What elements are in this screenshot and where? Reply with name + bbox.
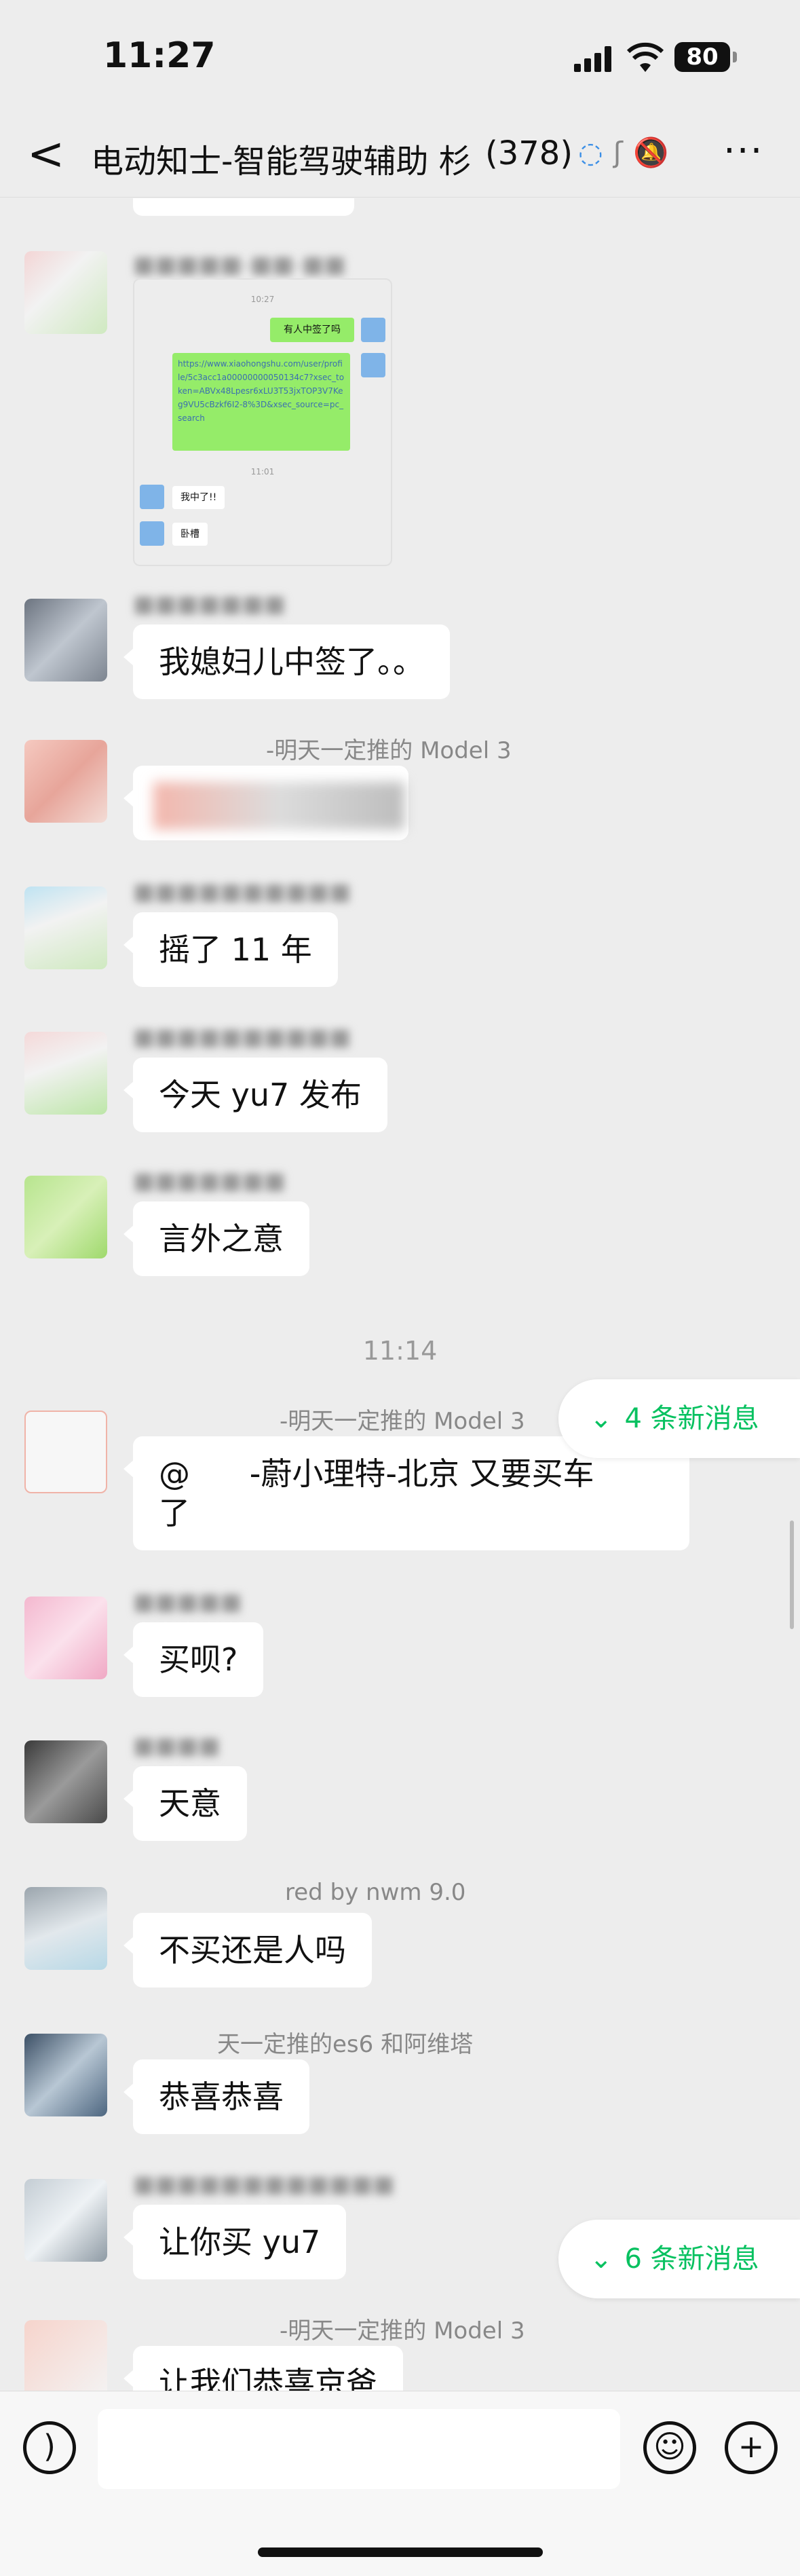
message-bubble[interactable]: 买呗? xyxy=(123,1622,264,1697)
status-bar: 11:27 80 xyxy=(0,0,800,115)
screenshot-avatar xyxy=(361,353,385,377)
message-bubble[interactable]: 不买还是人吗 xyxy=(123,1913,372,1987)
message-input[interactable] xyxy=(98,2409,620,2489)
sender-name: ■■■■■■■■■■■■ xyxy=(133,2171,395,2198)
avatar[interactable] xyxy=(24,1887,107,1970)
member-count: (378) xyxy=(485,134,573,172)
message-bubble[interactable] xyxy=(123,766,408,840)
message-bubble[interactable]: 摇了 11 年 xyxy=(123,912,338,987)
message-bubble[interactable]: 今天 yu7 发布 xyxy=(123,1058,387,1132)
sender-name: ■■■■■■■ xyxy=(133,591,286,618)
back-button[interactable]: < xyxy=(27,130,64,178)
avatar[interactable] xyxy=(24,1597,107,1679)
avatar[interactable] xyxy=(24,599,107,682)
avatar[interactable] xyxy=(24,740,107,823)
sender-name: ■■■■■■■■■■ xyxy=(133,1024,351,1051)
status-time: 11:27 xyxy=(103,35,216,76)
screenshot-reply: 我中了!! xyxy=(172,486,225,509)
scrollbar[interactable] xyxy=(790,1520,794,1629)
screenshot-reply: 卧槽 xyxy=(172,523,208,546)
plus-icon[interactable]: + xyxy=(725,2421,778,2474)
new-messages-button[interactable]: ⌄ 6 条新消息 xyxy=(558,2220,800,2298)
double-chevron-down-icon: ⌄ xyxy=(590,2243,613,2275)
double-chevron-down-icon: ⌄ xyxy=(590,1403,613,1434)
chat-timestamp: 11:14 xyxy=(362,1336,438,1366)
sender-name: -明天一定推的 Model 3 xyxy=(280,2317,525,2345)
message-bubble[interactable]: 让我们恭喜京爸 xyxy=(123,2346,403,2391)
more-options-button[interactable]: ··· xyxy=(723,129,763,173)
screenshot-time: 11:01 xyxy=(250,467,275,477)
avatar[interactable] xyxy=(24,251,107,334)
new-messages-button[interactable]: ⌄ 4 条新消息 xyxy=(558,1379,800,1458)
avatar[interactable] xyxy=(24,886,107,969)
message-bubble[interactable]: 恭喜恭喜 xyxy=(123,2059,309,2134)
sender-name: ■■■■ xyxy=(133,1732,221,1759)
message-bubble[interactable]: 让你买 yu7 xyxy=(123,2205,347,2279)
new-messages-label: 4 条新消息 xyxy=(624,1403,759,1434)
avatar[interactable] xyxy=(24,1176,107,1258)
sender-name: 天一定推的es6 和阿维塔 xyxy=(217,2031,474,2058)
shared-screenshot[interactable]: 10:27 有人中签了吗 https://www.xiaohongshu.com… xyxy=(133,278,392,566)
avatar[interactable] xyxy=(24,1032,107,1115)
chat-header: < 电动知士-智能驾驶辅助 杉 (378) ◌ ʃ 🔕 ··· xyxy=(0,115,800,198)
screenshot-avatar xyxy=(140,485,164,509)
mute-bell-icon: 🔕 xyxy=(632,136,669,169)
new-messages-label: 6 条新消息 xyxy=(624,2243,759,2275)
ear-icon: ʃ xyxy=(613,136,623,169)
screenshot-avatar xyxy=(140,521,164,546)
screenshot-time: 10:27 xyxy=(250,295,275,304)
avatar[interactable] xyxy=(24,1411,107,1493)
screenshot-avatar xyxy=(361,318,385,342)
avatar[interactable] xyxy=(24,2179,107,2262)
screenshot-message: 有人中签了吗 xyxy=(270,318,354,342)
message-bubble[interactable]: 我媳妇儿中签了。。 xyxy=(123,624,450,699)
voice-icon[interactable]: ) xyxy=(23,2421,76,2474)
signal-icon xyxy=(574,46,613,72)
sender-name: ■■■■■ xyxy=(133,1588,242,1616)
wifi-icon xyxy=(627,42,664,72)
sender-name: ■■■■■-■■-■■ xyxy=(133,251,346,278)
home-indicator xyxy=(258,2547,543,2557)
battery-icon: 80 xyxy=(674,42,737,72)
message-bubble[interactable]: 天意 xyxy=(123,1766,247,1841)
partial-bubble xyxy=(133,198,354,216)
message-bubble[interactable]: 言外之意 xyxy=(123,1201,309,1276)
input-bar: ) ☺ + xyxy=(0,2391,800,2576)
avatar[interactable] xyxy=(24,1740,107,1823)
avatar[interactable] xyxy=(24,2034,107,2116)
sender-name: -明天一定推的 Model 3 xyxy=(266,737,512,764)
chat-bubble-icon: ◌ xyxy=(578,136,603,169)
avatar[interactable] xyxy=(24,2320,107,2391)
sender-name: ■■■■■■■ xyxy=(133,1168,286,1195)
screenshot-link: https://www.xiaohongshu.com/user/profile… xyxy=(172,353,350,451)
sender-name: ■■■■■■■■■■ xyxy=(133,878,351,906)
message-row: -明天一定推的 Model 3 让我们恭喜京爸 xyxy=(0,2312,800,2391)
emoji-icon[interactable]: ☺ xyxy=(643,2421,696,2474)
sender-name: red by nwm 9.0 xyxy=(285,1879,466,1906)
sender-name: -明天一定推的 Model 3 xyxy=(280,1408,525,1435)
